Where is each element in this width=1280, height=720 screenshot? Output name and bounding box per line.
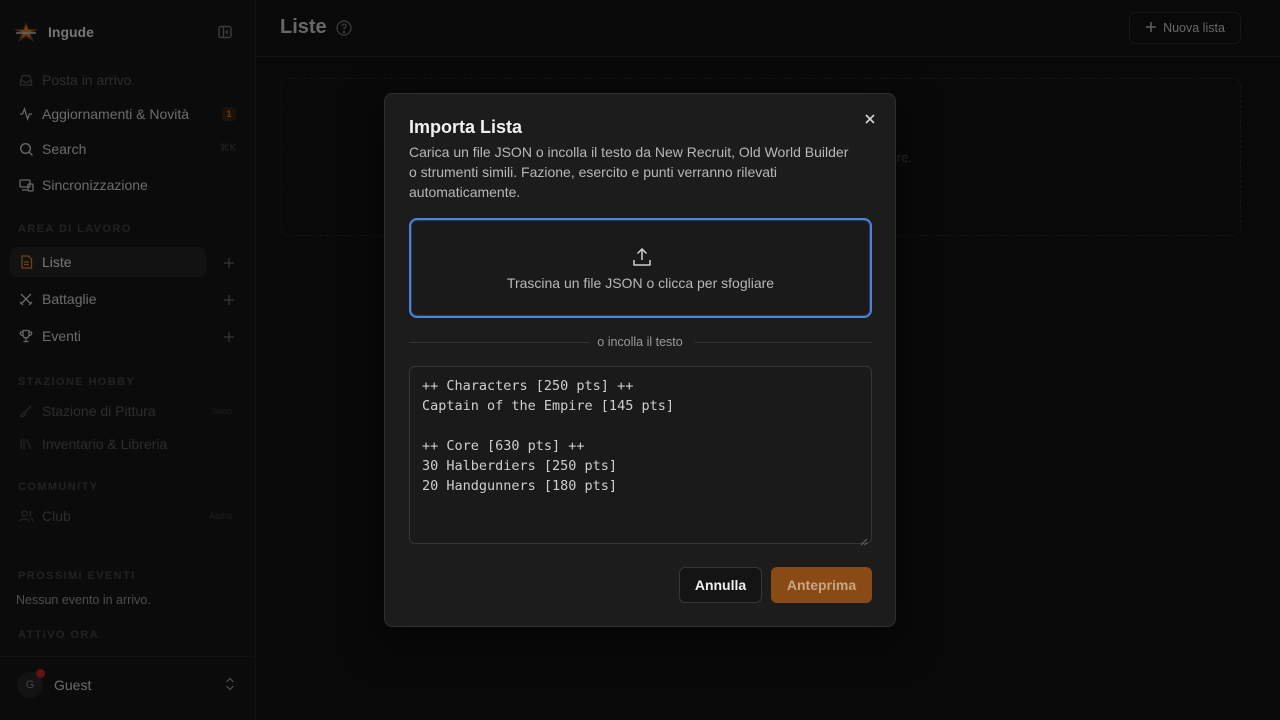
dialog-title: Importa Lista	[409, 117, 523, 137]
dialog-description: Carica un file JSON o incolla il testo d…	[409, 144, 849, 200]
upload-icon	[631, 246, 653, 273]
file-dropzone[interactable]: Trascina un file JSON o clicca per sfogl…	[409, 218, 872, 318]
resize-handle-icon[interactable]	[860, 533, 868, 551]
import-list-dialog: Importa Lista Carica un file JSON o inco…	[384, 93, 896, 627]
paste-textarea[interactable]: ++ Characters [250 pts] ++ Captain of th…	[409, 366, 872, 544]
dropzone-text: Trascina un file JSON o clicca per sfogl…	[506, 275, 775, 291]
close-icon[interactable]	[861, 110, 879, 128]
divider-label: o incolla il testo	[385, 335, 895, 349]
preview-button[interactable]: Anteprima	[771, 567, 872, 603]
cancel-button[interactable]: Annulla	[679, 567, 762, 603]
